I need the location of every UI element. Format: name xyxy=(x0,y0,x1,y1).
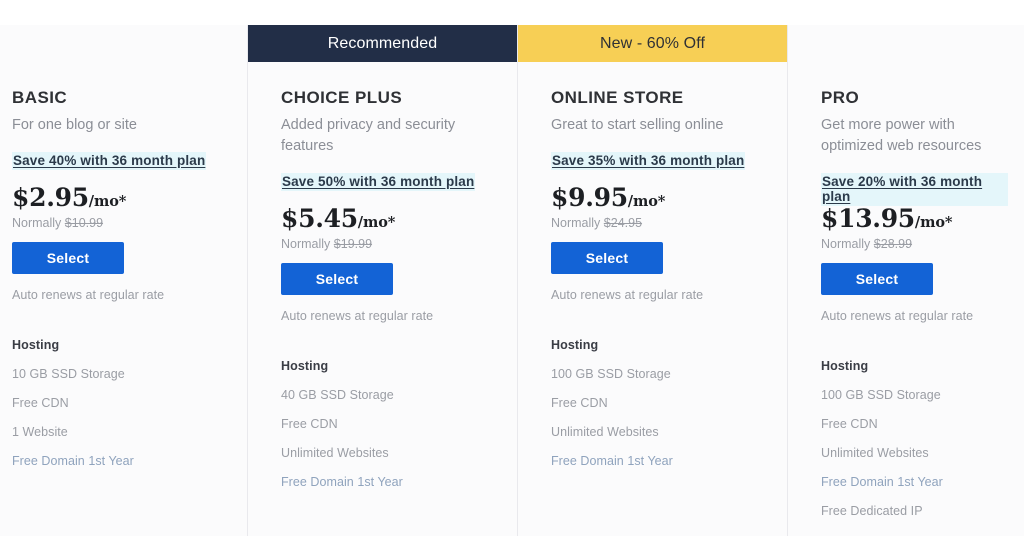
plan-normally-price-row-pro: Normally $28.99 xyxy=(821,237,1008,251)
pricing-plan-grid: BASIC For one blog or site Save 40% with 3… xyxy=(0,25,1024,536)
plan-price-row-online-store: $9.95/mo* xyxy=(551,183,771,212)
features-heading-pro: Hosting xyxy=(821,358,869,373)
plan-tagline-pro: Get more power with optimized web resour… xyxy=(821,117,982,154)
features-list-pro: Hosting 100 GB SSD Storage Free CDN Unlimit… xyxy=(821,359,1008,518)
plan-normally-price-choice-plus: $19.99 xyxy=(333,236,373,251)
save-link-online-store[interactable]: Save 35% with 36 month plan xyxy=(551,151,746,170)
plan-body-choice-plus: CHOICE PLUS Added privacy and security fe… xyxy=(248,62,517,536)
plan-normally-label-choice-plus: Normally xyxy=(281,236,331,251)
save-link-choice-plus[interactable]: Save 50% with 36 month plan xyxy=(281,172,476,191)
features-list-basic: Hosting 10 GB SSD Storage Free CDN 1 Websit… xyxy=(12,338,235,468)
plan-card-choice-plus: Recommended CHOICE PLUS Added privacy and … xyxy=(248,25,518,536)
feature-item: Free CDN xyxy=(551,395,608,410)
plan-normally-label-basic: Normally xyxy=(12,215,62,230)
plan-name-pro: PRO xyxy=(821,88,860,107)
feature-item: Unlimited Websites xyxy=(821,445,929,460)
plan-price-pro: $13.95 xyxy=(821,203,915,233)
plan-normally-price-pro: $28.99 xyxy=(873,236,913,251)
feature-item: 100 GB SSD Storage xyxy=(551,366,671,381)
plan-price-suffix-choice-plus: /mo* xyxy=(357,213,396,231)
plan-price-row-choice-plus: $5.45/mo* xyxy=(281,204,501,233)
plan-card-pro: PRO Get more power with optimized web res… xyxy=(788,25,1024,536)
plan-card-basic: BASIC For one blog or site Save 40% with 3… xyxy=(0,25,248,536)
auto-renews-note-choice-plus: Auto renews at regular rate xyxy=(281,308,434,323)
plan-price-online-store: $9.95 xyxy=(551,182,628,212)
select-button-choice-plus[interactable]: Select xyxy=(281,262,393,295)
plan-price-row-pro: $13.95/mo* xyxy=(821,204,1008,233)
plan-tagline-choice-plus: Added privacy and security features xyxy=(281,117,456,154)
auto-renews-note-online-store: Auto renews at regular rate xyxy=(551,287,704,302)
feature-item: 100 GB SSD Storage xyxy=(821,387,941,402)
plan-banner-online-store: New - 60% Off xyxy=(518,25,787,62)
feature-item: Free CDN xyxy=(821,416,878,431)
plan-normally-price-basic: $10.99 xyxy=(64,215,104,230)
select-button-basic[interactable]: Select xyxy=(12,241,124,274)
plan-normally-label-online-store: Normally xyxy=(551,215,601,230)
pricing-page: BASIC For one blog or site Save 40% with 3… xyxy=(0,0,1024,536)
feature-item: Free Domain 1st Year xyxy=(12,453,134,468)
plan-body-online-store: ONLINE STORE Great to start selling onlin… xyxy=(518,62,787,536)
feature-item: Unlimited Websites xyxy=(551,424,659,439)
plan-tagline-online-store: Great to start selling online xyxy=(551,117,724,134)
plan-name-choice-plus: CHOICE PLUS xyxy=(281,88,403,107)
features-heading-basic: Hosting xyxy=(12,337,60,352)
plan-name-online-store: ONLINE STORE xyxy=(551,88,684,107)
feature-item: Free CDN xyxy=(281,416,338,431)
plan-body-pro: PRO Get more power with optimized web res… xyxy=(788,62,1024,536)
plan-name-basic: BASIC xyxy=(12,88,68,107)
feature-item: Free CDN xyxy=(12,395,69,410)
plan-normally-price-row-basic: Normally $10.99 xyxy=(12,216,235,230)
features-list-online-store: Hosting 100 GB SSD Storage Free CDN Unlimit… xyxy=(551,338,771,468)
plan-save-row-online-store: Save 35% with 36 month plan xyxy=(551,151,771,174)
feature-item: 1 Website xyxy=(12,424,68,439)
plan-save-row-basic: Save 40% with 36 month plan xyxy=(12,151,235,174)
feature-item: Unlimited Websites xyxy=(281,445,389,460)
feature-item: Free Dedicated IP xyxy=(821,503,923,518)
plan-banner-pro xyxy=(788,25,1024,62)
feature-item: Free Domain 1st Year xyxy=(281,474,403,489)
plan-banner-choice-plus: Recommended xyxy=(248,25,517,62)
plan-normally-price-row-online-store: Normally $24.95 xyxy=(551,216,771,230)
auto-renews-note-basic: Auto renews at regular rate xyxy=(12,287,165,302)
auto-renews-note-pro: Auto renews at regular rate xyxy=(821,308,974,323)
features-heading-online-store: Hosting xyxy=(551,337,599,352)
plan-normally-price-row-choice-plus: Normally $19.99 xyxy=(281,237,501,251)
features-heading-choice-plus: Hosting xyxy=(281,358,329,373)
save-link-basic[interactable]: Save 40% with 36 month plan xyxy=(12,151,207,170)
feature-item: 40 GB SSD Storage xyxy=(281,387,394,402)
plan-price-suffix-basic: /mo* xyxy=(88,192,127,210)
plan-normally-price-online-store: $24.95 xyxy=(603,215,643,230)
plan-price-row-basic: $2.95/mo* xyxy=(12,183,235,212)
feature-item: Free Domain 1st Year xyxy=(551,453,673,468)
plan-price-basic: $2.95 xyxy=(12,182,89,212)
plan-banner-basic xyxy=(0,25,247,62)
plan-price-suffix-online-store: /mo* xyxy=(627,192,666,210)
select-button-online-store[interactable]: Select xyxy=(551,241,663,274)
plan-price-choice-plus: $5.45 xyxy=(281,203,358,233)
features-list-choice-plus: Hosting 40 GB SSD Storage Free CDN Unlimite… xyxy=(281,359,501,489)
plan-save-row-choice-plus: Save 50% with 36 month plan xyxy=(281,172,501,195)
plan-body-basic: BASIC For one blog or site Save 40% with 3… xyxy=(0,62,247,536)
plan-save-row-pro: Save 20% with 36 month plan xyxy=(821,172,1008,206)
feature-item: Free Domain 1st Year xyxy=(821,474,943,489)
plan-normally-label-pro: Normally xyxy=(821,236,871,251)
save-link-pro[interactable]: Save 20% with 36 month plan xyxy=(821,172,1008,206)
plan-tagline-basic: For one blog or site xyxy=(12,117,137,134)
plan-price-suffix-pro: /mo* xyxy=(914,213,953,231)
select-button-pro[interactable]: Select xyxy=(821,262,933,295)
feature-item: 10 GB SSD Storage xyxy=(12,366,125,381)
plan-card-online-store: New - 60% Off ONLINE STORE Great to start … xyxy=(518,25,788,536)
